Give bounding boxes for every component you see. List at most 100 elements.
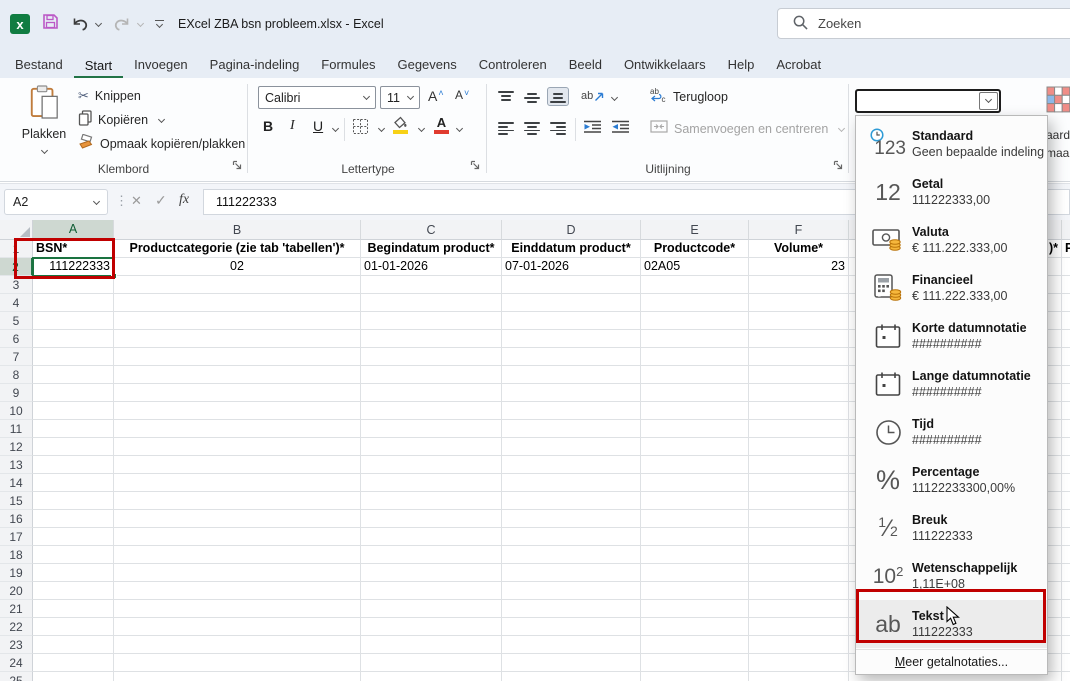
align-bottom-button[interactable]	[547, 87, 569, 106]
copy-chevron-icon[interactable]	[158, 115, 165, 122]
tab-start[interactable]: Start	[74, 53, 123, 79]
cell-D14[interactable]	[502, 474, 641, 492]
paste-chevron-icon[interactable]	[40, 147, 47, 154]
search-box[interactable]: Zoeken	[777, 8, 1070, 39]
cell-H16[interactable]	[1062, 510, 1070, 528]
cell-F5[interactable]	[749, 312, 849, 330]
format-painter-button[interactable]: Opmaak kopiëren/plakken	[78, 134, 245, 154]
cell-A9[interactable]	[33, 384, 114, 402]
row-header-20[interactable]: 20	[0, 582, 33, 600]
cell-C6[interactable]	[361, 330, 502, 348]
cell-A12[interactable]	[33, 438, 114, 456]
format-option-wetenschappelijk[interactable]: 102Wetenschappelijk1,11E+08	[856, 552, 1047, 600]
cell-F25[interactable]	[749, 672, 849, 681]
cell-E8[interactable]	[641, 366, 749, 384]
column-header-A[interactable]: A	[33, 220, 114, 240]
format-option-percentage[interactable]: %Percentage11122233300,00%	[856, 456, 1047, 504]
tab-help[interactable]: Help	[717, 52, 766, 78]
cell-D1[interactable]: Einddatum product*	[502, 240, 641, 258]
cell-F24[interactable]	[749, 654, 849, 672]
cell-C20[interactable]	[361, 582, 502, 600]
cell-C16[interactable]	[361, 510, 502, 528]
cell-H2[interactable]	[1062, 258, 1070, 276]
cell-C1[interactable]: Begindatum product*	[361, 240, 502, 258]
row-header-8[interactable]: 8	[0, 366, 33, 384]
cell-H4[interactable]	[1062, 294, 1070, 312]
cell-F17[interactable]	[749, 528, 849, 546]
cell-F19[interactable]	[749, 564, 849, 582]
cell-B15[interactable]	[114, 492, 361, 510]
cell-E19[interactable]	[641, 564, 749, 582]
cell-E20[interactable]	[641, 582, 749, 600]
conditional-formatting-button[interactable]: aard maa	[1046, 86, 1070, 162]
row-header-16[interactable]: 16	[0, 510, 33, 528]
cell-D25[interactable]	[502, 672, 641, 681]
row-header-2[interactable]: 2	[0, 258, 33, 276]
cell-A11[interactable]	[33, 420, 114, 438]
cell-C24[interactable]	[361, 654, 502, 672]
cell-A23[interactable]	[33, 636, 114, 654]
more-number-formats[interactable]: Meer getalnotaties...	[856, 649, 1047, 674]
cell-F8[interactable]	[749, 366, 849, 384]
cell-F11[interactable]	[749, 420, 849, 438]
cell-E14[interactable]	[641, 474, 749, 492]
cell-D20[interactable]	[502, 582, 641, 600]
column-header-E[interactable]: E	[641, 220, 749, 240]
undo-button[interactable]	[71, 16, 101, 32]
cell-C17[interactable]	[361, 528, 502, 546]
format-option-breuk[interactable]: 1⁄2Breuk111222333	[856, 504, 1047, 552]
cell-E3[interactable]	[641, 276, 749, 294]
orientation-chevron-icon[interactable]	[611, 94, 618, 101]
cell-D4[interactable]	[502, 294, 641, 312]
cell-C12[interactable]	[361, 438, 502, 456]
cell-H5[interactable]	[1062, 312, 1070, 330]
cell-C18[interactable]	[361, 546, 502, 564]
number-format-chevron-icon[interactable]	[979, 92, 998, 110]
tab-formules[interactable]: Formules	[310, 52, 386, 78]
cell-F23[interactable]	[749, 636, 849, 654]
tab-acrobat[interactable]: Acrobat	[765, 52, 832, 78]
row-header-3[interactable]: 3	[0, 276, 33, 294]
cell-D3[interactable]	[502, 276, 641, 294]
cell-A15[interactable]	[33, 492, 114, 510]
cell-A18[interactable]	[33, 546, 114, 564]
cell-B24[interactable]	[114, 654, 361, 672]
cell-D13[interactable]	[502, 456, 641, 474]
cell-D5[interactable]	[502, 312, 641, 330]
cell-H22[interactable]	[1062, 618, 1070, 636]
copy-button[interactable]: Kopiëren	[78, 110, 164, 130]
cell-E15[interactable]	[641, 492, 749, 510]
cell-A20[interactable]	[33, 582, 114, 600]
cell-C3[interactable]	[361, 276, 502, 294]
cell-C15[interactable]	[361, 492, 502, 510]
cell-C14[interactable]	[361, 474, 502, 492]
format-option-financieel[interactable]: Financieel€ 111.222.333,00	[856, 264, 1047, 312]
cell-C7[interactable]	[361, 348, 502, 366]
cell-A6[interactable]	[33, 330, 114, 348]
cell-H13[interactable]	[1062, 456, 1070, 474]
row-header-9[interactable]: 9	[0, 384, 33, 402]
undo-chevron-icon[interactable]	[95, 19, 102, 26]
align-left-button[interactable]	[495, 119, 517, 138]
cell-F14[interactable]	[749, 474, 849, 492]
column-header-C[interactable]: C	[361, 220, 502, 240]
cell-B4[interactable]	[114, 294, 361, 312]
cell-H18[interactable]	[1062, 546, 1070, 564]
cell-F16[interactable]	[749, 510, 849, 528]
tab-pagina-indeling[interactable]: Pagina-indeling	[199, 52, 311, 78]
cell-B23[interactable]	[114, 636, 361, 654]
fill-color-chevron-icon[interactable]	[418, 125, 425, 132]
cell-E24[interactable]	[641, 654, 749, 672]
row-header-13[interactable]: 13	[0, 456, 33, 474]
cell-A16[interactable]	[33, 510, 114, 528]
cell-D19[interactable]	[502, 564, 641, 582]
cell-E21[interactable]	[641, 600, 749, 618]
cell-H20[interactable]	[1062, 582, 1070, 600]
number-format-dropdown[interactable]	[855, 89, 1001, 113]
cell-F1[interactable]: Volume*	[749, 240, 849, 258]
cell-A17[interactable]	[33, 528, 114, 546]
italic-button[interactable]: I	[290, 118, 295, 134]
cell-H8[interactable]	[1062, 366, 1070, 384]
cell-D12[interactable]	[502, 438, 641, 456]
cell-D22[interactable]	[502, 618, 641, 636]
